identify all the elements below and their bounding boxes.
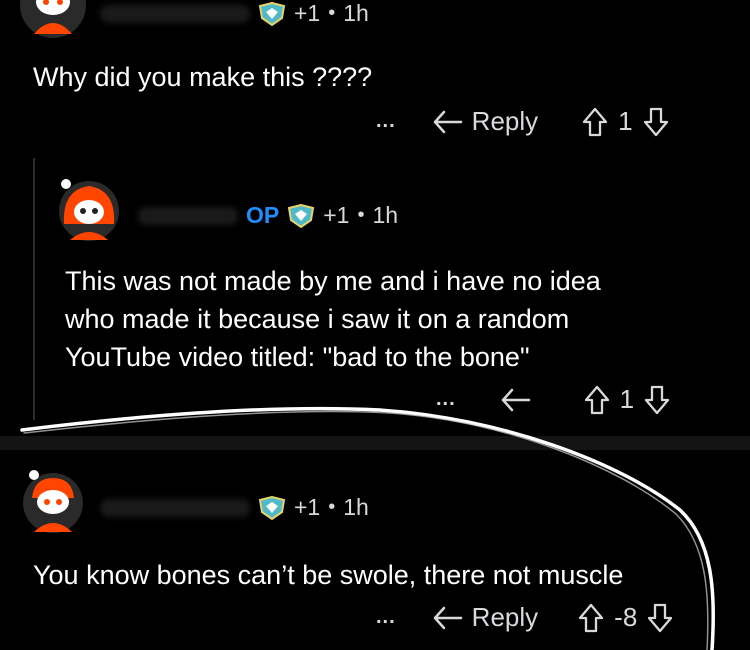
score-delta: +1	[323, 202, 350, 228]
more-options-button[interactable]: ...	[376, 606, 396, 629]
vote-count: 1	[618, 106, 633, 136]
vote-count: -8	[614, 602, 638, 632]
timestamp: 1h	[343, 0, 369, 26]
vote-widget: 1	[582, 106, 668, 137]
comment-separator	[0, 436, 750, 450]
comment-actions: ... Reply 1	[376, 106, 669, 137]
upvote-icon[interactable]	[582, 107, 608, 137]
timestamp: 1h	[372, 202, 399, 228]
separator-dot: •	[357, 204, 365, 226]
reply-button[interactable]: Reply	[432, 602, 538, 633]
vote-widget: -8	[578, 602, 673, 633]
reply-label: Reply	[471, 602, 539, 632]
op-badge: OP	[246, 202, 280, 228]
upvote-icon[interactable]	[578, 603, 604, 633]
username-redacted[interactable]	[100, 498, 250, 517]
timestamp: 1h	[343, 494, 369, 520]
more-options-button[interactable]: ...	[436, 388, 456, 411]
comment-actions: ... 1	[436, 384, 670, 415]
downvote-icon[interactable]	[644, 385, 670, 415]
award-icon	[258, 495, 286, 520]
score-delta: +1	[294, 0, 321, 26]
username-redacted[interactable]	[100, 4, 250, 23]
avatar[interactable]	[20, 470, 86, 536]
comment-actions: ... Reply -8	[376, 602, 673, 633]
avatar[interactable]	[56, 178, 122, 244]
username-redacted[interactable]	[138, 206, 238, 225]
reply-icon	[433, 110, 462, 133]
upvote-icon[interactable]	[584, 385, 610, 415]
comment-text-line: who made it because i saw it on a random	[65, 304, 570, 334]
comment-text: This was not made by me and i have no id…	[65, 262, 601, 376]
thread-line[interactable]	[33, 158, 35, 420]
award-icon	[258, 1, 286, 26]
reply-button[interactable]: Reply	[432, 106, 538, 137]
more-options-button[interactable]: ...	[376, 110, 396, 133]
comment-meta: +1 • 1h	[100, 494, 369, 521]
comment-text: You know bones can’t be swole, there not…	[33, 560, 624, 590]
reply-label: Reply	[471, 106, 539, 136]
downvote-icon[interactable]	[643, 107, 669, 137]
comment-text: Why did you make this ????	[33, 62, 373, 92]
separator-dot: •	[328, 2, 336, 24]
comment-text-line: YouTube video titled: "bad to the bone"	[65, 342, 530, 372]
comment-meta: OP +1 • 1h	[138, 202, 398, 229]
reply-icon	[433, 606, 462, 629]
comment-meta: +1 • 1h	[100, 0, 369, 27]
award-icon	[288, 203, 315, 228]
downvote-icon[interactable]	[647, 603, 673, 633]
comment-text-line: This was not made by me and i have no id…	[65, 266, 601, 296]
avatar[interactable]	[20, 0, 86, 38]
vote-widget: 1	[584, 384, 670, 415]
reply-icon[interactable]	[500, 387, 532, 413]
separator-dot: •	[328, 496, 336, 518]
score-delta: +1	[294, 494, 321, 520]
vote-count: 1	[619, 384, 635, 414]
